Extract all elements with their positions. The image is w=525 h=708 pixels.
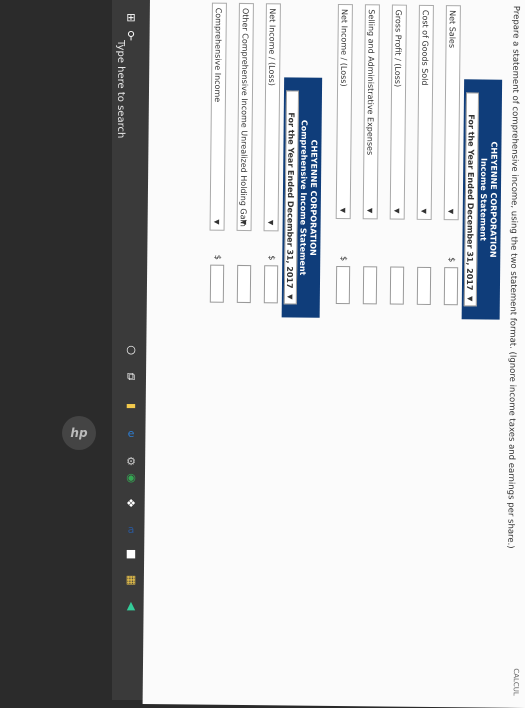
amount-input[interactable] <box>209 264 225 303</box>
row-label-text: Net Income / (Loss) <box>339 8 349 87</box>
chevron-down-icon: ▼ <box>266 219 275 226</box>
row-label-text: Net Income / (Loss) <box>267 8 277 86</box>
hp-logo-text: hp <box>70 426 88 440</box>
period-text: For the Year Ended December 31, 2017 <box>464 114 476 291</box>
dollar-sign: $ <box>339 255 349 262</box>
amazon-icon[interactable]: a <box>120 520 142 538</box>
row-label-text: Cost of Goods Sold <box>420 9 430 86</box>
taskbar-search-input[interactable]: Type here to search <box>115 40 126 138</box>
statement-row: Net Income / (Loss) ▼ $ <box>333 3 353 359</box>
chevron-down-icon: ▼ <box>338 207 347 214</box>
comprehensive-income-panel: CHEYENNE CORPORATION Comprehensive Incom… <box>177 2 323 358</box>
browser-screen: CALCUL Prepare a statement of comprehens… <box>142 0 525 708</box>
statement-row: Comprehensive Income ▼ $ <box>207 2 227 358</box>
comprehensive-header: CHEYENNE CORPORATION Comprehensive Incom… <box>281 77 323 318</box>
amount-input[interactable] <box>335 265 351 305</box>
chevron-down-icon: ▼ <box>465 295 474 302</box>
amount-input[interactable] <box>362 266 378 305</box>
period-select[interactable]: For the Year Ended December 31, 2017 ▼ <box>463 92 480 307</box>
row-label-select[interactable]: Cost of Goods Sold ▼ <box>416 4 434 220</box>
hp-logo: hp <box>62 416 96 450</box>
statement-row: Cost of Goods Sold ▼ <box>414 4 434 360</box>
statement-row: Gross Profit / (Loss) ▼ <box>387 4 407 360</box>
dropbox-icon[interactable]: ❖ <box>120 494 142 512</box>
cortana-icon[interactable]: ○ <box>120 340 142 358</box>
income-statement-panel: CHEYENNE CORPORATION Income Statement Fo… <box>317 3 503 361</box>
row-label-text: Net Sales <box>447 10 457 49</box>
amount-input[interactable] <box>389 266 405 305</box>
statement-row: Selling and Administrative Expenses ▼ <box>360 4 380 359</box>
dollar-sign: $ <box>447 257 457 263</box>
task-view-icon[interactable]: ⧉ <box>120 368 142 386</box>
chevron-down-icon: ▼ <box>212 219 221 225</box>
row-label-select[interactable]: Comprehensive Income ▼ <box>209 2 227 231</box>
statement-row: Other Comprehensive Income Unrealized Ho… <box>234 2 254 358</box>
edge-icon[interactable]: e <box>120 424 142 442</box>
period-select[interactable]: For the Year Ended December 31, 2017 ▼ <box>283 90 300 305</box>
chevron-down-icon: ▼ <box>392 208 401 214</box>
row-label-select[interactable]: Other Comprehensive Income Unrealized Ho… <box>236 2 254 232</box>
windows-start-icon[interactable]: ⊞ <box>120 8 142 26</box>
chrome-icon[interactable]: ◉ <box>120 468 142 486</box>
row-label-select[interactable]: Selling and Administrative Expenses ▼ <box>362 4 380 220</box>
statement-row: Net Sales ▼ $ <box>441 5 461 360</box>
calculator-link[interactable]: CALCUL <box>512 668 520 696</box>
chevron-down-icon: ▼ <box>419 208 428 214</box>
row-label-select[interactable]: Net Sales ▼ <box>443 5 461 221</box>
period-text: For the Year Ended December 31, 2017 <box>284 112 296 289</box>
amount-input[interactable] <box>236 264 252 304</box>
row-label-select[interactable]: Gross Profit / (Loss) ▼ <box>389 4 407 220</box>
amount-input[interactable] <box>263 265 279 304</box>
file-explorer-icon[interactable]: ▬ <box>120 396 142 414</box>
chevron-down-icon: ▼ <box>285 294 294 300</box>
income-statement-header: CHEYENNE CORPORATION Income Statement Fo… <box>461 79 503 320</box>
amount-input[interactable] <box>416 266 432 305</box>
store-icon[interactable]: ▦ <box>120 570 142 588</box>
map-icon[interactable]: ▲ <box>120 596 142 614</box>
page-content: CALCUL Prepare a statement of comprehens… <box>143 0 525 700</box>
chevron-down-icon: ▼ <box>446 208 455 215</box>
row-label-select[interactable]: Net Income / (Loss) ▼ <box>335 3 353 220</box>
row-label-text: Other Comprehensive Income Unrealized Ho… <box>238 7 250 227</box>
row-label-text: Comprehensive Income <box>212 7 223 103</box>
laptop-bezel: hp <box>0 0 112 700</box>
row-label-text: Gross Profit / (Loss) <box>393 9 403 88</box>
question-prompt: Prepare a statement of comprehensive inc… <box>505 5 521 549</box>
row-label-text: Selling and Administrative Expenses <box>365 9 376 156</box>
amount-input[interactable] <box>443 267 459 306</box>
chevron-down-icon: ▼ <box>239 219 248 226</box>
dollar-sign: $ <box>267 255 277 261</box>
dollar-sign: $ <box>213 254 223 260</box>
app-icon[interactable]: ■ <box>120 544 142 562</box>
row-label-select[interactable]: Net Income / (Loss) ▼ <box>263 3 281 232</box>
statement-row: Net Income / (Loss) ▼ $ <box>261 3 281 358</box>
chevron-down-icon: ▼ <box>365 207 374 214</box>
